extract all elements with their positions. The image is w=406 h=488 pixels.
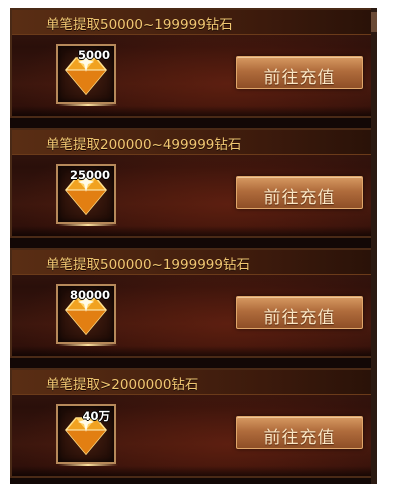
recharge-reward-list: 单笔提取50000~199999钻石 5000 前往充值 单笔提取200000~… [10,8,373,484]
card-title-bar: 单笔提取50000~199999钻石 [12,10,371,35]
reward-item-slot[interactable]: 5000 [56,44,118,106]
scrollbar-thumb[interactable] [371,12,377,32]
reward-card: 单笔提取>2000000钻石 40万 前往充值 [10,368,373,478]
reward-card: 单笔提取50000~199999钻石 5000 前往充值 [10,8,373,118]
tier-title: 单笔提取50000~199999钻石 [46,17,233,33]
reward-item-slot[interactable]: 40万 [56,404,118,466]
go-recharge-button[interactable]: 前往充值 [236,416,363,449]
reward-item-slot[interactable]: 80000 [56,284,118,346]
reward-card: 单笔提取500000~1999999钻石 80000 前往充值 [10,248,373,358]
tier-title: 单笔提取>2000000钻石 [46,377,199,393]
button-label: 前往充值 [263,428,336,448]
go-recharge-button[interactable]: 前往充值 [236,296,363,329]
list-scrollbar[interactable] [371,8,377,484]
card-title-bar: 单笔提取500000~1999999钻石 [12,250,371,275]
slot-highlight [58,224,118,226]
reward-amount: 40万 [82,409,110,423]
go-recharge-button[interactable]: 前往充值 [236,56,363,89]
reward-amount: 5000 [77,48,110,62]
slot-highlight [58,344,118,346]
tier-title: 单笔提取200000~499999钻石 [46,137,242,153]
slot-highlight [58,104,118,106]
card-title-bar: 单笔提取>2000000钻石 [12,370,371,395]
button-label: 前往充值 [263,308,336,328]
tier-title: 单笔提取500000~1999999钻石 [46,257,250,273]
reward-card: 单笔提取200000~499999钻石 25000 前往充值 [10,128,373,238]
card-title-bar: 单笔提取200000~499999钻石 [12,130,371,155]
reward-amount: 25000 [69,168,110,182]
button-label: 前往充值 [263,188,336,208]
go-recharge-button[interactable]: 前往充值 [236,176,363,209]
slot-highlight [58,464,118,466]
reward-item-slot[interactable]: 25000 [56,164,118,226]
button-label: 前往充值 [263,68,336,88]
reward-amount: 80000 [69,288,110,302]
